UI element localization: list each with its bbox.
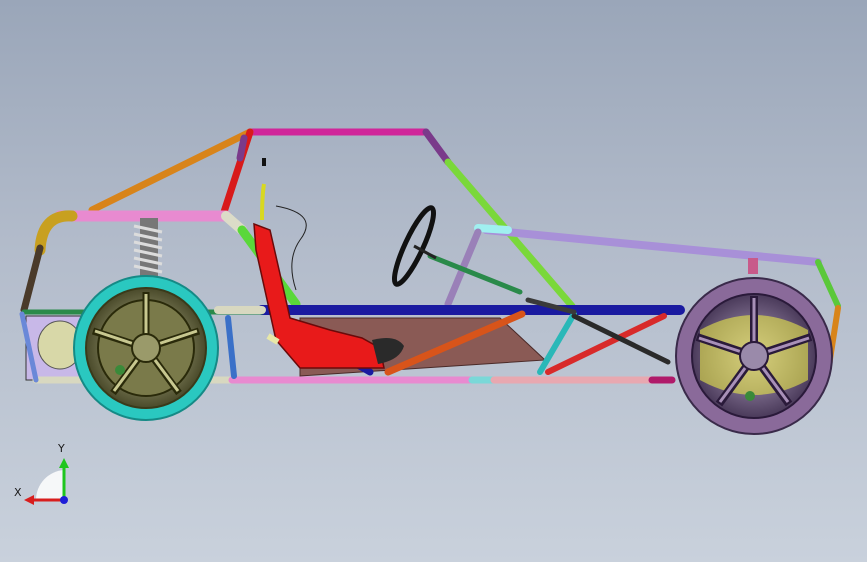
front-wheel-icon: [675, 258, 833, 435]
steering-wheel-icon: [391, 205, 437, 287]
suspension-spring-icon: [133, 218, 163, 278]
coordinate-triad-icon: [24, 458, 69, 505]
axis-x-label: X: [14, 486, 22, 499]
cad-viewport[interactable]: Y X: [0, 0, 867, 562]
axis-y-label: Y: [58, 442, 65, 455]
buggy-frame-model[interactable]: [0, 0, 867, 562]
rear-wheel-icon: [73, 275, 219, 421]
